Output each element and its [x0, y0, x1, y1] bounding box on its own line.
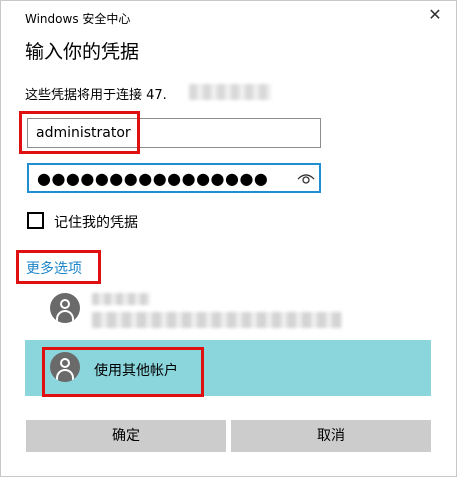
close-icon[interactable]: ✕: [426, 6, 444, 24]
user-avatar-icon: [50, 293, 80, 323]
connection-info-text: 这些凭据将用于连接 47.: [25, 88, 167, 103]
remember-credentials-label: 记住我的凭据: [54, 215, 138, 231]
annotation-box-username: [19, 111, 140, 154]
redacted-ip-address: [189, 84, 271, 100]
eye-icon[interactable]: [297, 170, 315, 186]
dialog-heading: 输入你的凭据: [25, 41, 140, 63]
window-title: Windows 安全中心: [25, 12, 131, 26]
redacted-account-name: [92, 293, 150, 305]
redacted-account-detail: [92, 312, 342, 328]
password-masked-value: ●●●●●●●●●●●●●●●●: [37, 169, 269, 188]
credential-dialog: Windows 安全中心 ✕ 输入你的凭据 这些凭据将用于连接 47. admi…: [0, 0, 457, 477]
saved-account-option[interactable]: [25, 281, 431, 337]
cancel-button[interactable]: 取消: [231, 420, 431, 452]
remember-credentials-checkbox[interactable]: [27, 212, 44, 229]
password-input[interactable]: ●●●●●●●●●●●●●●●●: [27, 163, 321, 193]
annotation-box-other-account: [42, 347, 204, 397]
ok-button[interactable]: 确定: [26, 420, 226, 452]
annotation-box-more-options: [16, 250, 101, 284]
